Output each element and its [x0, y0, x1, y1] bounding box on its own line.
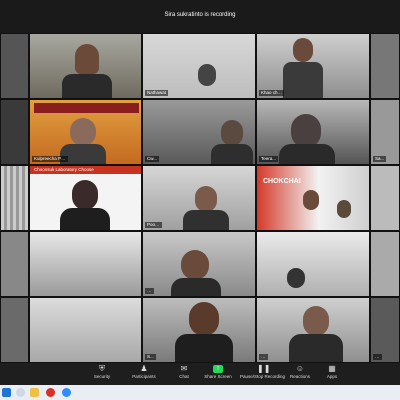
file-explorer-icon[interactable] — [30, 388, 39, 397]
participant-video — [337, 200, 351, 218]
apps-icon: ▦ — [328, 364, 336, 373]
participant-name: Khao ch… — [259, 90, 285, 96]
video-tile[interactable] — [0, 165, 29, 231]
participant-name: Cw... — [145, 156, 160, 162]
people-icon: ♟ — [140, 364, 148, 373]
reactions-button[interactable]: ☺ Reactions — [282, 365, 318, 385]
video-grid: Nathawat Khao ch… Kulpreecha P… Cw... Te… — [0, 33, 400, 363]
pause-stop-recording-button[interactable]: ❚❚ Pause/Stop Recording — [240, 364, 285, 385]
video-tile[interactable] — [370, 165, 400, 231]
participant-body — [175, 334, 233, 362]
participants-button[interactable]: ♟ Participants — [126, 365, 162, 385]
search-icon[interactable] — [16, 388, 25, 397]
video-tile[interactable]: … — [256, 297, 370, 363]
video-tile[interactable]: … — [370, 297, 400, 363]
video-tile[interactable] — [370, 231, 400, 297]
participant-body — [171, 278, 221, 296]
video-tile[interactable]: … — [142, 231, 256, 297]
participant-video — [189, 302, 219, 336]
participant-body — [279, 144, 335, 164]
os-taskbar — [0, 385, 400, 400]
chat-button[interactable]: ✉ Chat — [166, 365, 202, 385]
zoom-icon[interactable] — [62, 388, 71, 397]
smiley-icon: ☺ — [295, 364, 305, 373]
participant-name: S... — [145, 354, 156, 360]
participant-body — [289, 334, 343, 362]
participant-video — [303, 306, 329, 336]
chat-icon: ✉ — [180, 364, 188, 373]
participant-body — [60, 208, 110, 230]
participant-video — [198, 64, 216, 86]
share-screen-button[interactable]: ↑ Share Screen — [200, 365, 236, 385]
participant-name: Poo… — [145, 222, 162, 228]
video-tile[interactable]: CHOKCHAI — [256, 165, 370, 231]
participant-video — [291, 114, 321, 148]
participant-name: Nathawat — [145, 90, 169, 96]
brand-sign: CHOKCHAI — [263, 178, 301, 185]
video-tile[interactable]: Nathawat — [142, 33, 256, 99]
video-tile[interactable]: S... — [142, 297, 256, 363]
presentation-banner — [34, 103, 139, 113]
participant-name: … — [373, 354, 382, 360]
participant-body — [283, 62, 323, 98]
video-tile[interactable]: Khao ch… — [256, 33, 370, 99]
participant-body — [211, 144, 253, 164]
video-tile[interactable] — [0, 99, 29, 165]
participant-name: … — [259, 354, 268, 360]
meeting-toolbar: ⛨ Security ♟ Participants ✉ Chat ↑ Share… — [0, 363, 400, 385]
participant-video — [75, 44, 99, 74]
video-tile[interactable]: Poo… — [142, 165, 256, 231]
apps-button[interactable]: ▦ Apps — [314, 365, 350, 385]
video-tile[interactable]: Choonsuk Laboratory Choose — [29, 165, 142, 231]
presentation-banner: Choonsuk Laboratory Choose — [30, 166, 141, 174]
participant-name: Teera... — [259, 156, 279, 162]
video-tile[interactable] — [0, 33, 29, 99]
participant-video — [303, 190, 319, 210]
video-tile[interactable] — [29, 33, 142, 99]
participant-body — [62, 74, 112, 98]
shield-icon: ⛨ — [99, 364, 105, 373]
participant-video — [72, 180, 98, 210]
participant-video — [195, 186, 217, 212]
video-tile[interactable] — [29, 231, 142, 297]
participant-name: … — [145, 288, 154, 294]
chrome-icon[interactable] — [46, 388, 55, 397]
video-tile[interactable]: Kulpreecha P… — [29, 99, 142, 165]
video-tile[interactable]: Sa... — [370, 99, 400, 165]
participant-video — [221, 120, 243, 146]
participant-video — [287, 268, 305, 288]
video-tile[interactable] — [29, 297, 142, 363]
participant-name: Kulpreecha P… — [32, 156, 68, 162]
video-tile[interactable] — [0, 297, 29, 363]
video-tile[interactable] — [256, 231, 370, 297]
share-screen-icon: ↑ — [213, 365, 223, 373]
video-tile[interactable] — [0, 231, 29, 297]
video-tile[interactable] — [370, 33, 400, 99]
windows-start-icon[interactable] — [2, 388, 11, 397]
participant-video — [293, 38, 313, 62]
participant-body — [183, 210, 229, 230]
pause-stop-icon: ❚❚ — [257, 364, 271, 373]
recording-indicator: Sira sukratinto is recording — [164, 12, 236, 18]
video-tile[interactable]: Teera... — [256, 99, 370, 165]
participant-video — [70, 118, 96, 146]
participant-name: Sa... — [373, 156, 387, 162]
security-button[interactable]: ⛨ Security — [84, 365, 120, 385]
video-tile[interactable]: Cw... — [142, 99, 256, 165]
participant-video — [181, 250, 209, 280]
meeting-top-bar: Sira sukratinto is recording — [0, 0, 400, 33]
